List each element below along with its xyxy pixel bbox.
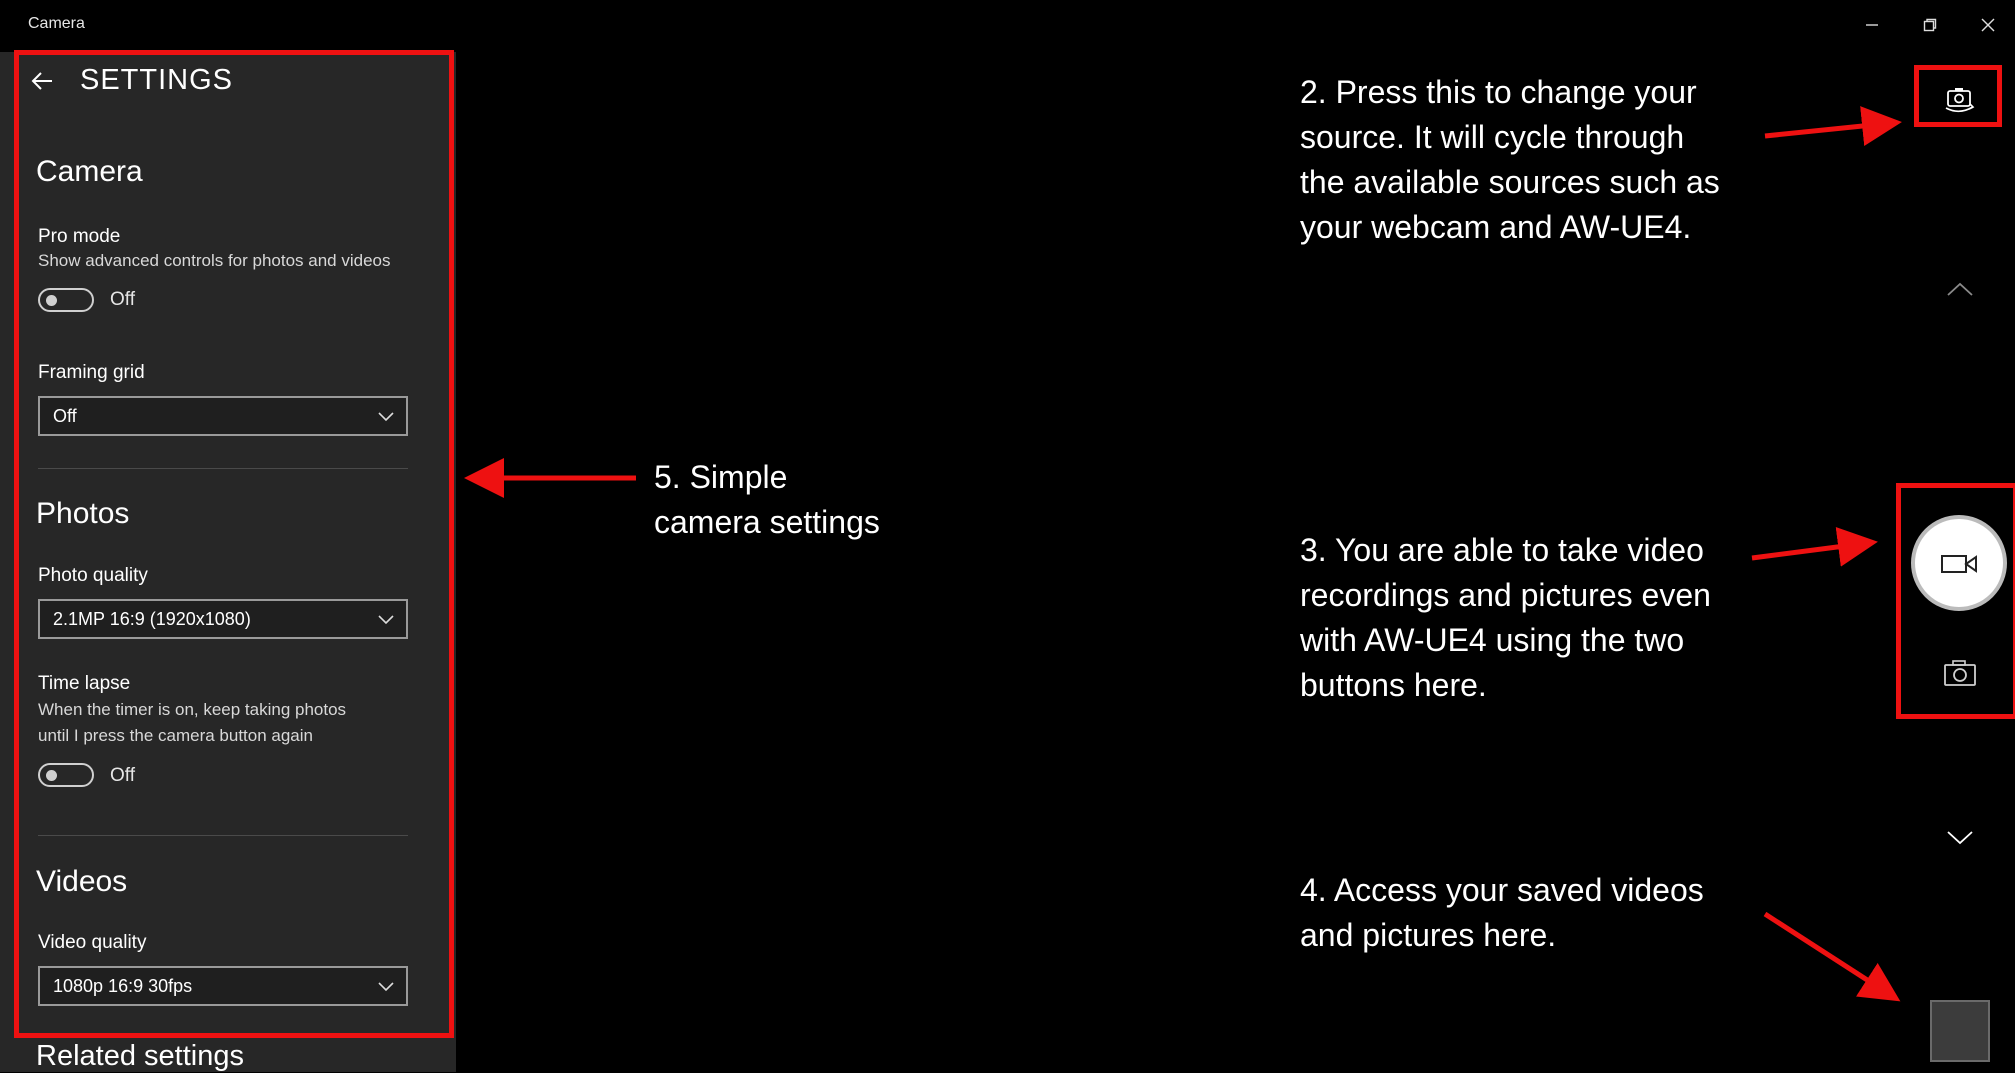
arrow-3 — [1751, 527, 1878, 567]
annotation-arrows — [464, 106, 1902, 1002]
arrow-4 — [1763, 911, 1901, 1002]
arrow-2 — [1764, 106, 1902, 146]
